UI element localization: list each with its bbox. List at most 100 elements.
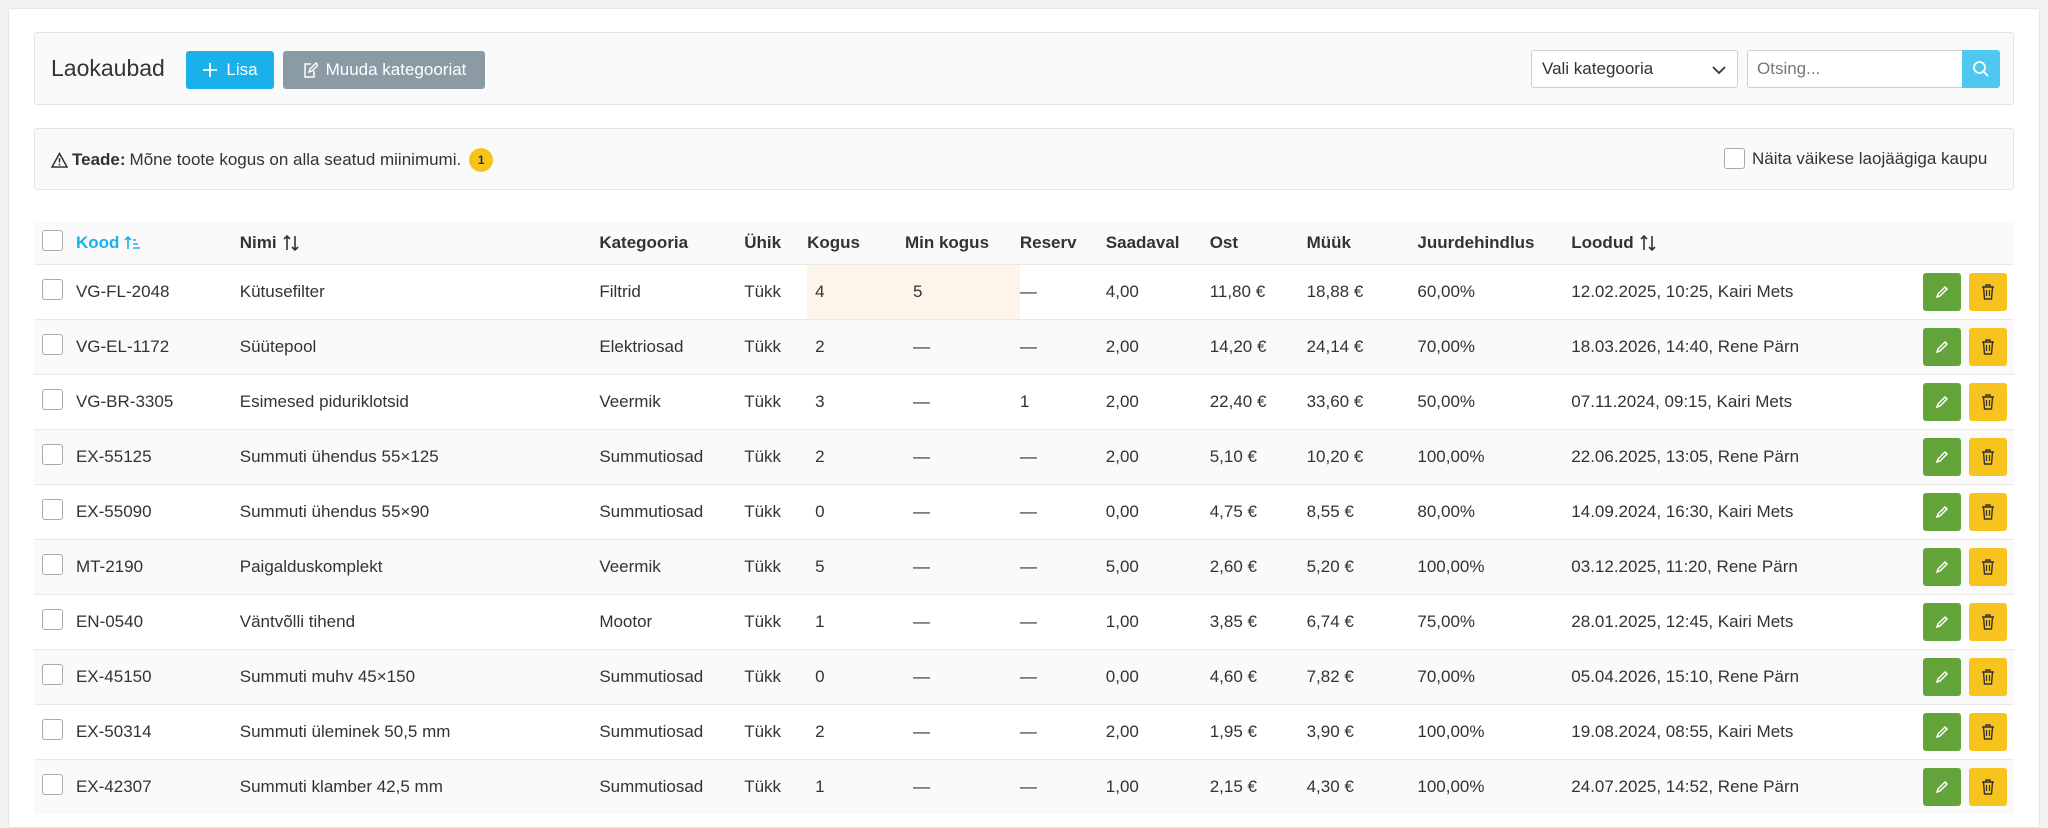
column-header-created[interactable]: Loodud [1571,222,1885,264]
row-checkbox[interactable] [42,388,63,410]
delete-button[interactable] [1969,767,2007,806]
cell-min-qty: — [912,611,930,631]
edit-button[interactable] [1923,712,1961,751]
category-select[interactable]: Vali kategooria [1531,50,1738,88]
row-checkbox[interactable] [42,553,63,575]
edit-button[interactable] [1923,767,1961,806]
cell-markup: 100,00% [1417,721,1485,741]
cell-available: 1,00 [1105,776,1139,796]
small-stock-toggle[interactable]: Näita väikese laojäägiga kaupu [1724,148,1987,169]
delete-button[interactable] [1969,712,2007,751]
cell-markup: 100,00% [1417,446,1485,466]
delete-button[interactable] [1969,327,2007,366]
table-row: VG-EL-1172 Süütepool Elektriosad Tükk 2 — — 2,0… [34,319,2014,374]
cell-qty: 1 [815,611,825,631]
cell-reserve: — [1019,776,1037,796]
edit-button[interactable] [1923,492,1961,531]
row-checkbox[interactable] [42,718,63,740]
pencil-icon [1935,560,1949,573]
cell-min-qty: — [912,391,930,411]
row-checkbox[interactable] [42,663,63,685]
cell-unit: Tükk [744,776,782,796]
cell-markup: 60,00% [1417,281,1476,301]
cell-reserve: — [1019,666,1037,686]
cell-name: Summuti muhv 45×150 [239,666,416,686]
edit-button[interactable] [1923,272,1961,311]
column-header-name[interactable]: Nimi [240,222,600,264]
delete-button[interactable] [1969,547,2007,586]
delete-button[interactable] [1969,602,2007,641]
cell-buy: 4,60 € [1209,666,1257,686]
cell-sell: 6,74 € [1306,611,1354,631]
delete-button[interactable] [1969,492,2007,531]
row-checkbox[interactable] [42,498,63,520]
delete-button[interactable] [1969,437,2007,476]
table-row: EN-0540 Väntvõlli tihend Mootor Tükk 1 — — 1,00… [34,594,2014,649]
cell-reserve: — [1019,556,1037,576]
trash-icon [1982,283,1994,300]
trash-icon [1982,668,1994,685]
chevron-down-icon [1712,66,1726,75]
edit-button[interactable] [1923,327,1961,366]
column-header-buy: Ost [1209,232,1239,252]
cell-buy: 2,60 € [1209,556,1257,576]
column-header-code[interactable]: Kood [76,222,240,264]
cell-created: 14.09.2024, 16:30, Kairi Mets [1571,501,1794,521]
trash-icon [1982,723,1994,740]
cell-sell: 3,90 € [1306,721,1354,741]
cell-category: Summutiosad [599,666,704,686]
cell-available: 4,00 [1105,281,1139,301]
warning-icon [51,152,68,168]
notice-text: Mõne toote kogus on alla seatud miinimum… [129,150,462,169]
cell-markup: 70,00% [1417,666,1476,686]
cell-category: Veermik [599,556,661,576]
cell-available: 5,00 [1105,556,1139,576]
cell-min-qty: — [912,446,930,466]
table-row: MT-2190 Paigalduskomplekt Veermik Tükk 5 — — 5,… [34,539,2014,594]
small-stock-checkbox[interactable] [1724,148,1745,169]
trash-icon [1982,558,1994,575]
cell-created: 28.01.2025, 12:45, Kairi Mets [1571,611,1794,631]
edit-button[interactable] [1923,602,1961,641]
add-button[interactable]: Lisa [186,51,274,89]
page: Laokaubad Lisa Muuda kategooriat Vali ka… [8,8,2040,828]
table-row: EX-42307 Summuti klamber 42,5 mm Summutios… [34,759,2014,814]
notice-count-badge: 1 [469,148,494,172]
cell-name: Paigalduskomplekt [239,556,383,576]
cell-unit: Tükk [744,281,782,301]
cell-reserve: — [1019,281,1037,301]
column-header-markup: Juurdehindlus [1417,232,1535,252]
edit-button[interactable] [1923,547,1961,586]
trash-icon [1982,779,1994,795]
edit-button[interactable] [1923,657,1961,696]
cell-qty: 4 [807,264,905,319]
cell-min-qty: — [912,666,930,686]
delete-button[interactable] [1969,657,2007,696]
search-input[interactable] [1747,50,1962,88]
row-checkbox[interactable] [42,333,63,355]
row-checkbox[interactable] [42,773,63,795]
cell-markup: 100,00% [1417,776,1485,796]
cell-markup: 80,00% [1417,501,1476,521]
edit-button[interactable] [1923,437,1961,476]
row-checkbox[interactable] [42,608,63,630]
cell-category: Filtrid [599,281,641,301]
search-button[interactable] [1962,50,2000,88]
table-row: EX-50314 Summuti üleminek 50,5 mm Summutio… [34,704,2014,759]
delete-button[interactable] [1969,382,2007,421]
cell-code: EX-55125 [75,446,152,466]
row-checkbox[interactable] [42,443,63,465]
cell-min-qty: — [912,501,930,521]
edit-button[interactable] [1923,382,1961,421]
pencil-icon [1935,505,1949,518]
cell-created: 18.03.2026, 14:40, Rene Pärn [1571,336,1800,356]
delete-button[interactable] [1969,272,2007,311]
cell-sell: 18,88 € [1306,281,1364,301]
edit-categories-button[interactable]: Muuda kategooriat [283,51,485,89]
cell-unit: Tükk [744,501,782,521]
cell-code: VG-EL-1172 [75,336,170,356]
row-checkbox[interactable] [42,278,63,300]
select-all-checkbox[interactable] [42,229,63,251]
category-select-value: Vali kategooria [1542,59,1654,78]
table-row: EX-55090 Summuti ühendus 55×90 Summutiosad… [34,484,2014,539]
